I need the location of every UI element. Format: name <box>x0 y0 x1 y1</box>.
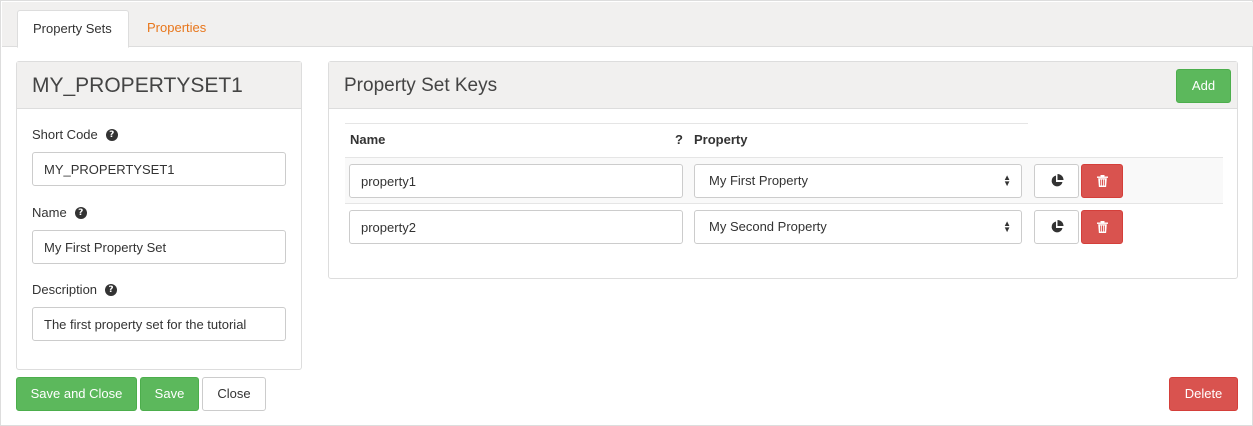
tab-properties[interactable]: Properties <box>132 10 221 48</box>
select-caret-icon: ▲ ▼ <box>1003 219 1011 234</box>
help-icon[interactable]: ? <box>105 128 118 141</box>
close-button[interactable]: Close <box>202 377 266 411</box>
window-frame: Property Sets Properties MY_PROPERTYSET1… <box>0 0 1253 426</box>
property-set-title: MY_PROPERTYSET1 <box>17 62 301 109</box>
short-code-label: Short Code ? <box>32 127 118 142</box>
chart-button[interactable] <box>1034 210 1079 244</box>
name-input[interactable] <box>32 230 286 264</box>
save-and-close-button[interactable]: Save and Close <box>16 377 137 411</box>
table-top-divider <box>345 123 1028 124</box>
property-select[interactable]: My First Property ▲ ▼ <box>694 164 1022 198</box>
description-label: Description ? <box>32 282 118 297</box>
delete-row-button[interactable] <box>1081 164 1123 198</box>
property-select-value: My First Property <box>709 173 808 188</box>
name-label: Name ? <box>32 205 87 220</box>
name-label-text: Name <box>32 205 67 220</box>
property-set-details-panel: MY_PROPERTYSET1 Short Code ? Name ? Desc… <box>16 61 302 370</box>
description-input[interactable] <box>32 307 286 341</box>
key-name-input[interactable] <box>349 210 683 244</box>
column-help-icon[interactable]: ? <box>675 132 683 147</box>
add-key-button[interactable]: Add <box>1176 69 1231 103</box>
select-caret-icon: ▲ ▼ <box>1003 173 1011 188</box>
tab-property-sets[interactable]: Property Sets <box>17 10 129 48</box>
property-set-keys-title: Property Set Keys <box>344 75 498 96</box>
row-divider <box>345 203 1223 204</box>
help-icon[interactable]: ? <box>74 206 87 219</box>
short-code-input[interactable] <box>32 152 286 186</box>
trash-icon <box>1096 175 1108 187</box>
description-label-text: Description <box>32 282 98 297</box>
key-name-input[interactable] <box>349 164 683 198</box>
pie-chart-icon <box>1051 174 1063 187</box>
trash-icon <box>1096 221 1108 233</box>
property-set-keys-header: Property Set Keys Add <box>329 62 1237 109</box>
property-set-keys-panel: Property Set Keys Add Name ? Property My… <box>328 61 1238 279</box>
chart-button[interactable] <box>1034 164 1079 198</box>
delete-button[interactable]: Delete <box>1169 377 1238 411</box>
column-header-name: Name <box>350 132 386 147</box>
tab-bar: Property Sets Properties <box>2 2 1253 48</box>
pie-chart-icon <box>1051 220 1063 233</box>
column-header-property: Property <box>694 132 748 147</box>
property-select[interactable]: My Second Property ▲ ▼ <box>694 210 1022 244</box>
property-select-value: My Second Property <box>709 219 827 234</box>
save-button[interactable]: Save <box>140 377 199 411</box>
delete-row-button[interactable] <box>1081 210 1123 244</box>
help-icon[interactable]: ? <box>105 283 118 296</box>
short-code-label-text: Short Code <box>32 127 98 142</box>
